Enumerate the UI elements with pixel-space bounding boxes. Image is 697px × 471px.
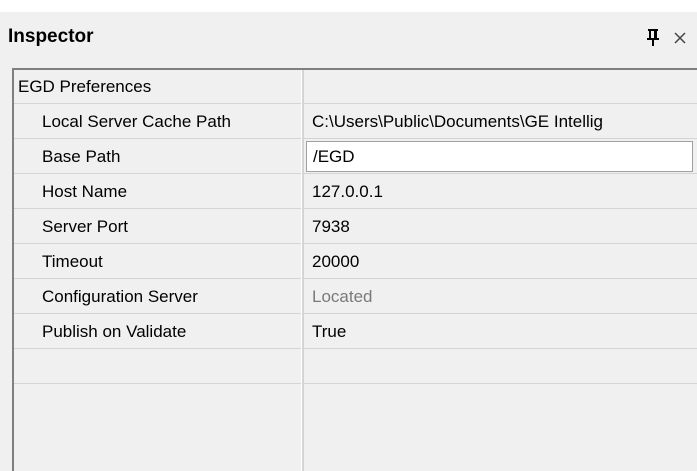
property-name: Base Path bbox=[14, 140, 301, 174]
empty-name-cell bbox=[14, 385, 301, 419]
empty-value-cell bbox=[304, 385, 697, 419]
inspector-header: Inspector bbox=[0, 12, 697, 62]
property-name: Local Server Cache Path bbox=[14, 105, 301, 139]
property-name: Publish on Validate bbox=[14, 315, 301, 349]
empty-row bbox=[14, 350, 697, 385]
property-grid-body: EGD Preferences Local Server Cache Path … bbox=[14, 70, 697, 471]
property-value[interactable]: 7938 bbox=[304, 210, 697, 244]
top-strip bbox=[0, 0, 697, 12]
property-row-publish-on-validate[interactable]: Publish on Validate True bbox=[14, 315, 697, 350]
property-value-readonly: Located bbox=[304, 280, 697, 314]
category-label: EGD Preferences bbox=[14, 70, 301, 104]
close-icon[interactable] bbox=[671, 28, 689, 48]
property-row-configuration-server[interactable]: Configuration Server Located bbox=[14, 280, 697, 315]
column-splitter[interactable] bbox=[301, 70, 304, 471]
property-value[interactable]: 20000 bbox=[304, 245, 697, 279]
pin-icon[interactable] bbox=[644, 27, 662, 47]
category-row-egd-preferences[interactable]: EGD Preferences bbox=[14, 70, 697, 105]
property-value[interactable]: True bbox=[304, 315, 697, 349]
property-row-timeout[interactable]: Timeout 20000 bbox=[14, 245, 697, 280]
category-value bbox=[304, 70, 697, 104]
property-row-local-server-cache-path[interactable]: Local Server Cache Path C:\Users\Public\… bbox=[14, 105, 697, 140]
property-name: Server Port bbox=[14, 210, 301, 244]
empty-row bbox=[14, 385, 697, 420]
empty-value-cell bbox=[304, 350, 697, 384]
base-path-input[interactable]: /EGD bbox=[306, 141, 693, 172]
property-row-server-port[interactable]: Server Port 7938 bbox=[14, 210, 697, 245]
empty-name-cell bbox=[14, 350, 301, 384]
property-grid: EGD Preferences Local Server Cache Path … bbox=[12, 68, 697, 471]
property-value[interactable]: C:\Users\Public\Documents\GE Intellig bbox=[304, 105, 697, 139]
property-name: Host Name bbox=[14, 175, 301, 209]
property-name: Timeout bbox=[14, 245, 301, 279]
property-row-base-path[interactable]: Base Path /EGD bbox=[14, 140, 697, 175]
inspector-title: Inspector bbox=[8, 26, 94, 47]
inspector-panel: Inspector EGD Preferences Local Server C… bbox=[0, 0, 697, 471]
property-row-host-name[interactable]: Host Name 127.0.0.1 bbox=[14, 175, 697, 210]
property-name: Configuration Server bbox=[14, 280, 301, 314]
property-value[interactable]: 127.0.0.1 bbox=[304, 175, 697, 209]
